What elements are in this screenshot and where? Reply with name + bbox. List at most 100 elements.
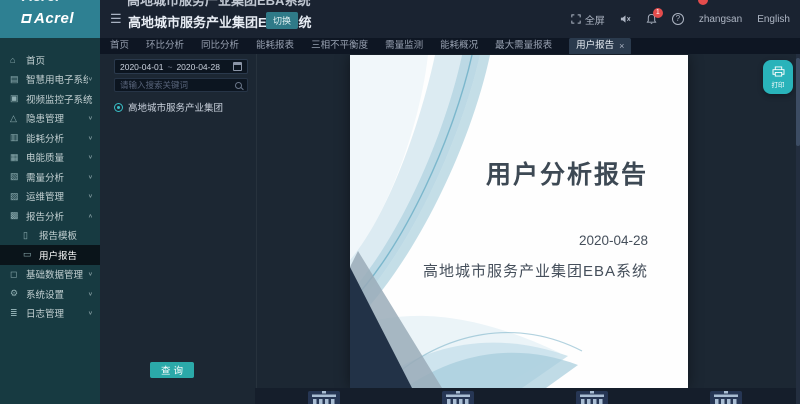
report-cover-text: 用户分析报告 2020-04-28 高地城市服务产业集团EBA系统 [423, 155, 648, 281]
sidebar-item-energy[interactable]: ▥能耗分析∨ [0, 128, 100, 148]
print-button-label: 打印 [772, 79, 785, 89]
notifications-button[interactable]: 1 [646, 13, 657, 25]
smart-power-icon: ▤ [10, 74, 21, 85]
sidebar-item-label: 报告模板 [39, 228, 77, 242]
tree-node[interactable]: 高地城市服务产业集团 [114, 100, 254, 114]
sidebar-item-label: 智慧用电子系统 [26, 72, 88, 86]
language-switch[interactable]: English [757, 14, 790, 25]
panel-divider [256, 54, 257, 404]
fullscreen-button[interactable]: 全屏 [571, 12, 605, 27]
sidebar-item-ops[interactable]: ▨ 运维管理 ∨ [0, 187, 100, 207]
tab-环比分析[interactable]: 环比分析 [146, 38, 184, 54]
sidebar-item-label: 电能质量 [26, 150, 64, 164]
ops-icon: ▨ [10, 191, 21, 202]
home-icon: ⌂ [10, 55, 21, 65]
notification-count-badge: 1 [653, 8, 663, 18]
sidebar-item-label: 隐患管理 [26, 111, 64, 125]
mute-button[interactable] [620, 14, 631, 24]
top-header: 高地城市服务产业集团EBA系统 ☰ 高地城市服务产业集团EBA系统 切换 全屏 … [100, 0, 800, 38]
chevron-down-icon: ∨ [88, 154, 93, 160]
tab-label: 三相不平衡度 [311, 40, 368, 51]
demand-analysis-icon: ▧ [10, 171, 21, 182]
fullscreen-icon [571, 14, 581, 24]
building-icon [306, 391, 342, 404]
sidebar-item-video-monitor[interactable]: ▣视频监控子系统 [0, 89, 100, 109]
building-icon [574, 391, 610, 404]
report-date: 2020-04-28 [423, 233, 648, 248]
report-analysis-icon: ▩ [10, 210, 21, 221]
sidebar-item-report[interactable]: ▩报告分析∧ [0, 206, 100, 226]
sidebar: ⌂首页▤智慧用电子系统∨▣视频监控子系统△隐患管理∨▥能耗分析∨▦电能质量∨▧需… [0, 38, 100, 404]
building-icon [708, 391, 744, 404]
help-button[interactable]: ? [672, 13, 684, 25]
sidebar-item-smart-power[interactable]: ▤智慧用电子系统∨ [0, 70, 100, 90]
chevron-down-icon: ∨ [88, 135, 93, 141]
chevron-down-icon: ∨ [88, 174, 93, 180]
scrollbar-track [796, 54, 800, 404]
tab-用户报告[interactable]: 用户报告 × [569, 38, 631, 54]
calendar-icon [233, 62, 242, 71]
sidebar-item-report-template[interactable]: ▯报告模板 [0, 226, 100, 246]
search-icon [235, 82, 242, 89]
tab-最大需量报表[interactable]: 最大需量报表 [495, 38, 552, 54]
date-start-value[interactable]: 2020-04-01 [120, 62, 163, 72]
database-icon: ◻ [10, 269, 21, 280]
sidebar-item-label: 能耗分析 [26, 131, 64, 145]
sidebar-item-logs[interactable]: ≣日志管理∨ [0, 304, 100, 324]
tab-需量监测[interactable]: 需量监测 [385, 38, 423, 54]
chevron-down-icon: ∨ [88, 193, 93, 199]
printer-icon [772, 66, 785, 77]
sidebar-item-demand[interactable]: ▧需量分析∨ [0, 167, 100, 187]
user-menu[interactable]: zhangsan [699, 14, 742, 25]
bottom-strip [255, 388, 800, 404]
chevron-down-icon: ∨ [88, 115, 93, 121]
sidebar-item-hazard[interactable]: △隐患管理∨ [0, 109, 100, 129]
sidebar-item-label: 系统设置 [26, 287, 64, 301]
acrel-logo: Acrel [22, 10, 74, 27]
report-title: 用户分析报告 [423, 155, 648, 191]
date-range-picker[interactable]: 2020-04-01 ~ 2020-04-28 [114, 59, 248, 74]
report-subtitle: 高地城市服务产业集团EBA系统 [423, 260, 648, 281]
sidebar-item-label: 首页 [26, 53, 45, 67]
tab-label: 同比分析 [201, 40, 239, 51]
gear-icon: ⚙ [10, 288, 21, 299]
tab-label: 能耗报表 [256, 40, 294, 51]
sidebar-item-base-data[interactable]: ◻ 基础数据管理 ∨ [0, 265, 100, 285]
glitch-title-fragment: 高地城市服务产业集团EBA系统 [127, 0, 310, 9]
sidebar-item-home[interactable]: ⌂ 首页 [0, 50, 100, 70]
scrollbar-thumb[interactable] [796, 58, 800, 146]
tab-label: 最大需量报表 [495, 40, 552, 51]
tab-能耗概况[interactable]: 能耗概况 [440, 38, 478, 54]
chevron-down-icon: ∨ [88, 271, 93, 277]
tab-首页[interactable]: 首页 [110, 38, 129, 54]
date-end-value[interactable]: 2020-04-28 [176, 62, 219, 72]
sidebar-item-user-report[interactable]: ▭用户报告 [0, 245, 100, 265]
radio-selected-icon[interactable] [114, 103, 123, 112]
video-monitor-icon: ▣ [10, 93, 21, 104]
sidebar-item-label: 运维管理 [26, 189, 64, 203]
chevron-up-icon: ∧ [88, 213, 93, 219]
app-window: Acrel Acrel 高地城市服务产业集团EBA系统 ☰ 高地城市服务产业集团… [0, 0, 800, 404]
tab-能耗报表[interactable]: 能耗报表 [256, 38, 294, 54]
sidebar-item-label: 基础数据管理 [26, 267, 83, 281]
query-button[interactable]: 查询 [150, 362, 194, 378]
log-icon: ≣ [10, 308, 21, 319]
sidebar-item-power-quality[interactable]: ▦ 电能质量 ∨ [0, 148, 100, 168]
glitch-logo-fragment: Acrel [22, 0, 60, 5]
menu-collapse-icon[interactable]: ☰ [110, 11, 122, 27]
chevron-down-icon: ∨ [88, 310, 93, 316]
tab-三相不平衡度[interactable]: 三相不平衡度 [311, 38, 368, 54]
power-quality-icon: ▦ [10, 152, 21, 163]
building-icon [440, 391, 476, 404]
question-icon: ? [672, 13, 684, 25]
print-button[interactable]: 打印 [763, 60, 793, 94]
tab-同比分析[interactable]: 同比分析 [201, 38, 239, 54]
switch-project-button[interactable]: 切换 [266, 12, 298, 29]
tab-close-icon[interactable]: × [619, 38, 624, 54]
date-separator: ~ [167, 62, 172, 72]
sidebar-item-settings[interactable]: ⚙系统设置∨ [0, 284, 100, 304]
tab-label: 环比分析 [146, 40, 184, 51]
search-input[interactable] [120, 80, 235, 90]
org-tree: 高地城市服务产业集团 [114, 100, 254, 114]
tab-label: 用户报告 [576, 38, 614, 54]
